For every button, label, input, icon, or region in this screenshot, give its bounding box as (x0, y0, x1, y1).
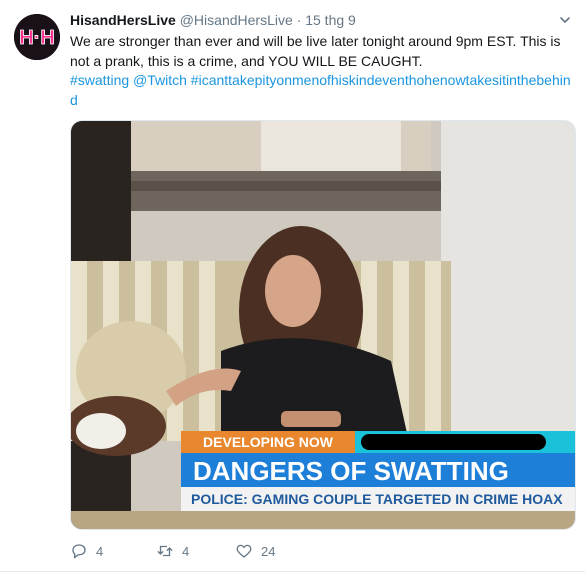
tweet-text: We are stronger than ever and will be li… (70, 32, 575, 110)
retweet-count: 4 (182, 543, 190, 559)
caret-down-icon[interactable] (559, 14, 571, 26)
tweet-text-line-2: not a prank, this is a crime, and YOU WI… (70, 52, 423, 69)
tweet-card[interactable]: H·H HisandHersLive @HisandHersLive · 15 … (0, 0, 585, 572)
retweet-icon (157, 545, 173, 557)
tweet-media-image[interactable]: DEVELOPING NOW DANGERS OF SWATTING POLIC… (70, 120, 576, 530)
hashtags[interactable]: #swatting @Twitch #icanttakepityonmenofh… (70, 71, 575, 110)
redaction-bar (361, 434, 546, 450)
avatar[interactable]: H·H (14, 14, 60, 60)
tweet-header: HisandHersLive @HisandHersLive · 15 thg … (70, 11, 545, 29)
like-button[interactable]: 24 (235, 541, 275, 561)
tweet-text-line-1: We are stronger than ever and will be li… (70, 33, 561, 49)
like-icon (236, 544, 252, 558)
svg-text:H·H: H·H (19, 27, 55, 49)
subheadline: POLICE: GAMING COUPLE TARGETED IN CRIME … (191, 491, 563, 507)
timestamp[interactable]: 15 thg 9 (305, 12, 356, 28)
separator-dot: · (296, 12, 302, 28)
reply-icon (72, 544, 86, 559)
retweet-button[interactable]: 4 (156, 541, 189, 561)
display-name[interactable]: HisandHersLive (70, 12, 176, 28)
tweet-actions: 4 4 24 (70, 541, 470, 563)
news-broadcast-frame: DEVELOPING NOW DANGERS OF SWATTING POLIC… (71, 121, 575, 529)
user-handle[interactable]: @HisandHersLive (180, 12, 293, 28)
avatar-logo: H·H (14, 14, 60, 60)
reply-count: 4 (96, 543, 104, 559)
reply-button[interactable]: 4 (70, 541, 103, 561)
banner-tag: DEVELOPING NOW (203, 434, 334, 450)
like-count: 24 (261, 543, 276, 559)
headline: DANGERS OF SWATTING (193, 456, 509, 486)
